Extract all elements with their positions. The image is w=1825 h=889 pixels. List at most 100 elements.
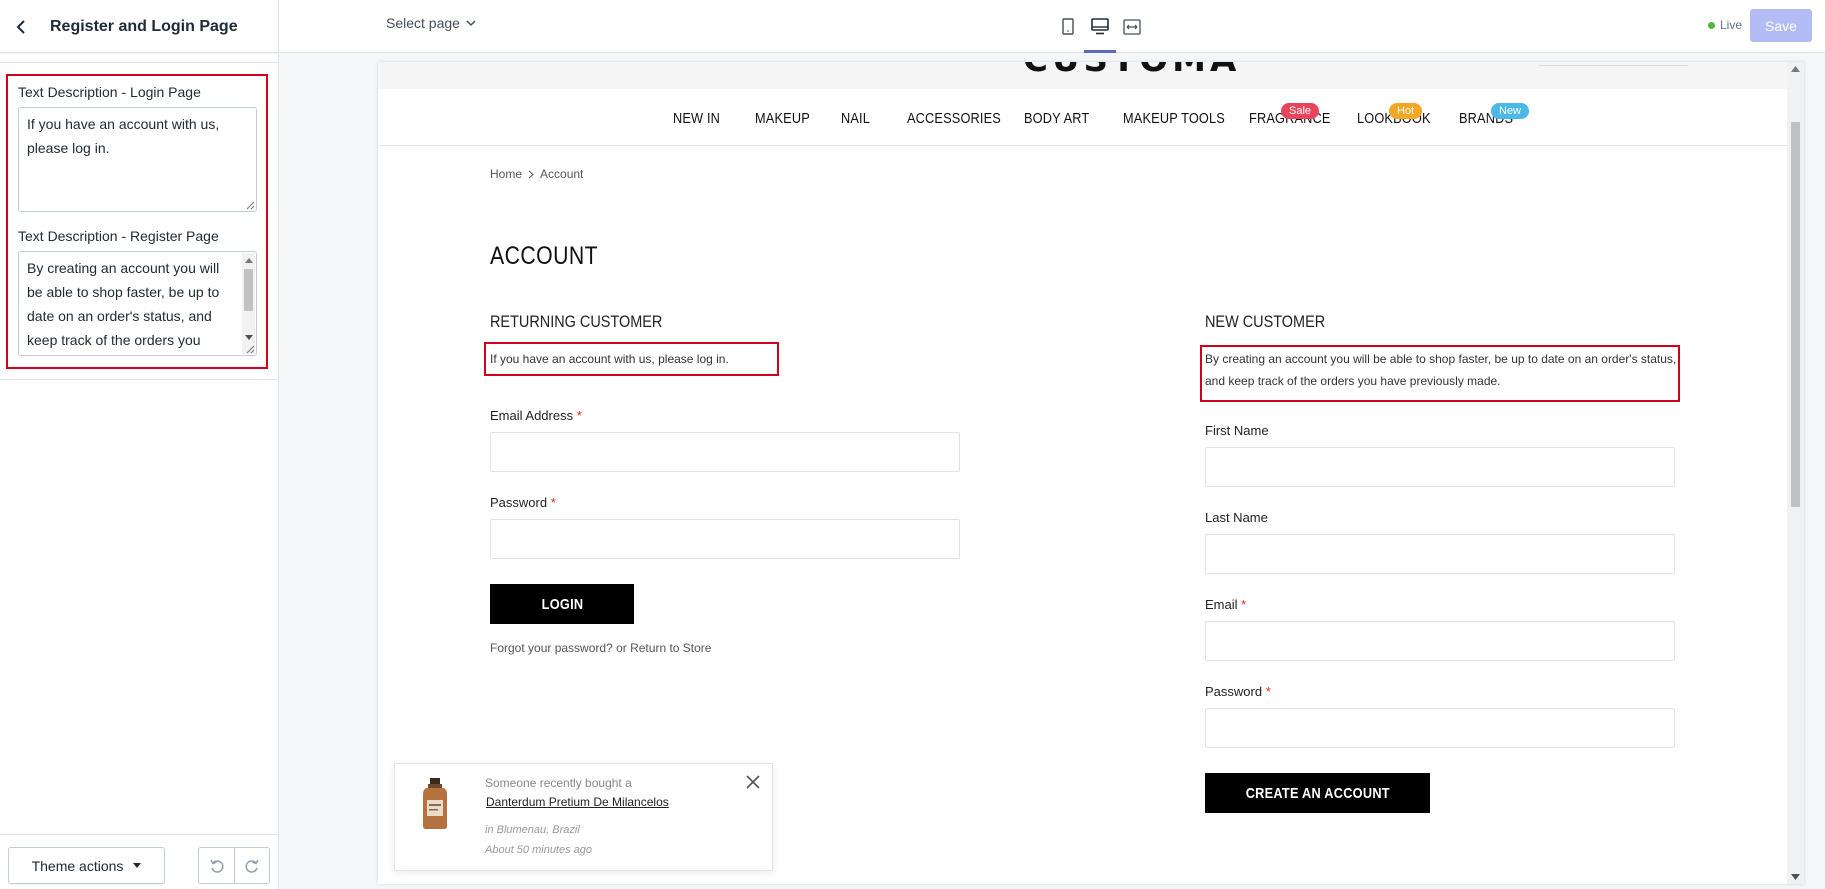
create-account-button[interactable]: CREATE AN ACCOUNT bbox=[1205, 773, 1430, 813]
desktop-icon bbox=[1091, 18, 1109, 35]
store-header: CUSTOMA bbox=[378, 62, 1804, 89]
popup-product-link[interactable]: Danterdum Pretium De Milancelos bbox=[486, 795, 669, 809]
popup-time: About 50 minutes ago bbox=[485, 844, 593, 856]
login-desc-textarea[interactable]: If you have an account with us, please l… bbox=[18, 107, 257, 212]
product-bottle-image bbox=[423, 778, 447, 829]
chevron-down-icon bbox=[466, 19, 476, 26]
new-customer-desc: By creating an account you will be able … bbox=[1205, 352, 1677, 388]
required-mark: * bbox=[1265, 684, 1271, 699]
first-name-label: First Name bbox=[1205, 423, 1269, 438]
close-icon[interactable] bbox=[745, 774, 761, 790]
select-page-dropdown[interactable]: Select page bbox=[386, 15, 476, 31]
register-desc-value: By creating an account you will be able … bbox=[27, 260, 220, 348]
search-underline bbox=[1538, 65, 1688, 66]
forgot-links: Forgot your password? or Return to Store bbox=[490, 641, 711, 655]
mobile-icon bbox=[1062, 18, 1074, 35]
nav-item-body-art[interactable]: BODY ART bbox=[1024, 110, 1089, 127]
mobile-view-button[interactable] bbox=[1052, 0, 1084, 53]
password-text: Password bbox=[490, 495, 548, 510]
popup-location: in Blumenau, Brazil bbox=[485, 824, 580, 836]
preview-scroll-thumb[interactable] bbox=[1791, 122, 1800, 507]
return-to-store-link[interactable]: Return to Store bbox=[630, 641, 711, 655]
login-button-label: LOGIN bbox=[541, 595, 583, 613]
live-status: Live bbox=[1708, 18, 1742, 32]
login-email-input[interactable] bbox=[490, 432, 960, 472]
login-desc-label: Text Description - Login Page bbox=[18, 84, 201, 100]
undo-button[interactable] bbox=[199, 848, 234, 883]
settings-sidebar: Text Description - Login Page If you hav… bbox=[0, 54, 279, 889]
desktop-view-button[interactable] bbox=[1084, 0, 1116, 53]
caret-down-icon bbox=[133, 863, 142, 868]
recent-purchase-popup: Someone recently bought a Danterdum Pret… bbox=[394, 763, 773, 871]
first-name-input[interactable] bbox=[1205, 447, 1675, 487]
undo-icon bbox=[209, 859, 224, 873]
login-desc-value: If you have an account with us, please l… bbox=[27, 116, 220, 156]
register-desc-label: Text Description - Register Page bbox=[18, 228, 219, 244]
nav-item-accessories[interactable]: ACCESSORIES bbox=[907, 110, 1001, 127]
nav-badge-sale: Sale bbox=[1281, 103, 1320, 119]
store-nav: NEW IN MAKEUP NAIL ACCESSORIES BODY ART MAKEU… bbox=[378, 90, 1804, 146]
email-text: Email bbox=[1205, 597, 1238, 612]
text-description-section: Text Description - Login Page If you hav… bbox=[0, 62, 279, 380]
returning-customer-heading: RETURNING CUSTOMER bbox=[490, 312, 663, 331]
register-email-input[interactable] bbox=[1205, 621, 1675, 661]
preview-scrollbar[interactable] bbox=[1787, 62, 1804, 884]
sidebar-header: Register and Login Page bbox=[0, 0, 279, 53]
storefront-preview: CUSTOMA NEW IN MAKEUP NAIL ACCESSORIES BODY … bbox=[378, 62, 1804, 884]
chevron-right-icon bbox=[528, 170, 534, 178]
textarea-scrollbar[interactable] bbox=[242, 253, 255, 354]
nav-item-makeup-tools[interactable]: MAKEUP TOOLS bbox=[1123, 110, 1225, 127]
scroll-thumb[interactable] bbox=[244, 269, 253, 311]
sidebar-footer: Theme actions bbox=[0, 834, 279, 889]
device-switcher bbox=[1052, 0, 1148, 53]
fullscreen-view-button[interactable] bbox=[1116, 0, 1148, 53]
redo-icon bbox=[245, 859, 259, 873]
login-password-input[interactable] bbox=[490, 519, 960, 559]
register-desc-textarea[interactable]: By creating an account you will be able … bbox=[18, 251, 257, 356]
live-label: Live bbox=[1720, 18, 1743, 32]
last-name-input[interactable] bbox=[1205, 534, 1675, 574]
scroll-up-icon[interactable] bbox=[245, 258, 253, 263]
live-dot-icon bbox=[1708, 21, 1715, 29]
nav-item-nail[interactable]: NAIL bbox=[841, 110, 870, 127]
theme-actions-label: Theme actions bbox=[31, 857, 124, 874]
scroll-down-icon[interactable] bbox=[1791, 874, 1800, 880]
scroll-down-icon[interactable] bbox=[245, 335, 253, 340]
back-button[interactable] bbox=[4, 9, 40, 45]
nav-item-makeup[interactable]: MAKEUP bbox=[755, 110, 810, 127]
required-mark: * bbox=[550, 495, 556, 510]
register-password-label: Password * bbox=[1205, 684, 1271, 699]
save-button[interactable]: Save bbox=[1750, 9, 1812, 42]
email-address-text: Email Address bbox=[490, 408, 574, 423]
chevron-left-icon bbox=[16, 19, 25, 34]
expand-width-icon bbox=[1123, 18, 1141, 35]
editor-topbar: Register and Login Page Select page Live… bbox=[0, 0, 1825, 53]
breadcrumb-home-link[interactable]: Home bbox=[490, 167, 522, 181]
undo-redo-group bbox=[198, 847, 270, 884]
theme-actions-button[interactable]: Theme actions bbox=[8, 847, 165, 884]
email-address-label: Email Address * bbox=[490, 408, 582, 423]
scroll-up-icon[interactable] bbox=[1791, 66, 1800, 72]
popup-intro: Someone recently bought a bbox=[485, 776, 632, 790]
or-text: or bbox=[616, 641, 627, 655]
last-name-label: Last Name bbox=[1205, 510, 1268, 525]
required-mark: * bbox=[1241, 597, 1247, 612]
redo-button[interactable] bbox=[234, 848, 269, 883]
nav-badge-hot: Hot bbox=[1389, 103, 1423, 119]
breadcrumb-current: Account bbox=[540, 167, 584, 181]
store-logo[interactable]: CUSTOMA bbox=[1023, 62, 1240, 80]
forgot-password-link[interactable]: Forgot your password? bbox=[490, 641, 613, 655]
returning-customer-desc: If you have an account with us, please l… bbox=[490, 352, 729, 366]
resize-grip-icon[interactable] bbox=[245, 200, 255, 210]
nav-item-new-in[interactable]: NEW IN bbox=[673, 110, 720, 127]
new-customer-heading: NEW CUSTOMER bbox=[1205, 312, 1326, 331]
breadcrumb: Home Account bbox=[490, 167, 583, 181]
register-password-text: Password bbox=[1205, 684, 1263, 699]
resize-grip-icon[interactable] bbox=[245, 344, 255, 354]
required-mark: * bbox=[576, 408, 582, 423]
login-button[interactable]: LOGIN bbox=[490, 584, 634, 624]
register-password-input[interactable] bbox=[1205, 708, 1675, 748]
account-heading: ACCOUNT bbox=[490, 242, 599, 270]
password-label: Password * bbox=[490, 495, 556, 510]
nav-badge-new: New bbox=[1491, 103, 1530, 119]
